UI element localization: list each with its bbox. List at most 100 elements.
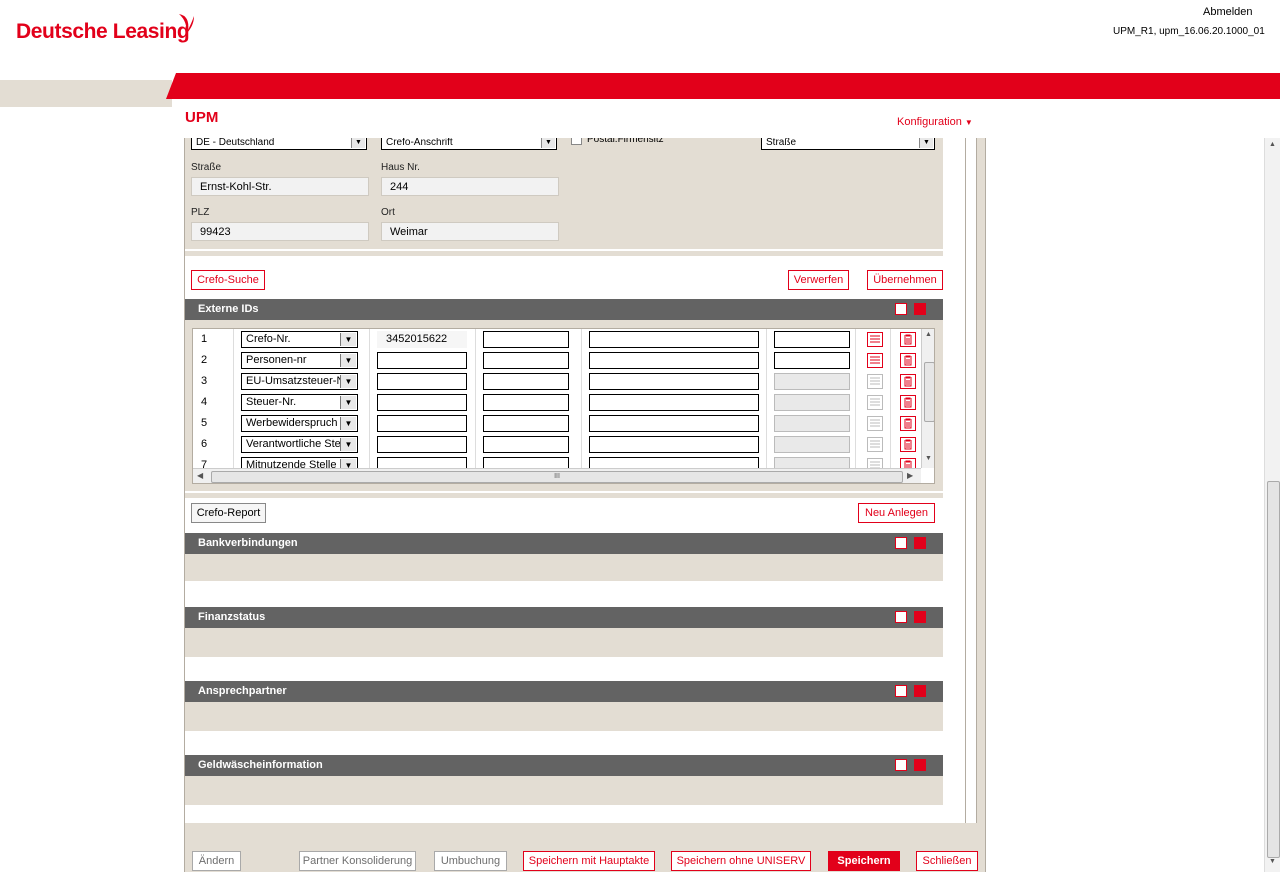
aendern-button[interactable]: Ändern xyxy=(192,851,241,871)
dropdown-arrow-icon: ▼ xyxy=(340,375,356,388)
table-row: 2 Personen-nr ▼ xyxy=(193,350,921,371)
id-extra-field-2[interactable] xyxy=(589,436,759,453)
partner-konsolidierung-button[interactable]: Partner Konsoliderung xyxy=(299,851,416,871)
id-extra-field-3[interactable] xyxy=(774,331,850,348)
id-extra-field-1[interactable] xyxy=(483,436,569,453)
row-number: 2 xyxy=(201,354,208,366)
speichern-mit-hauptakte-button[interactable]: Speichern mit Hauptakte xyxy=(523,851,655,871)
expand-all-icon[interactable] xyxy=(895,537,907,549)
street-type-select[interactable]: Straße ▼ xyxy=(761,136,935,150)
id-extra-field-1[interactable] xyxy=(483,373,569,390)
crefo-suche-button[interactable]: Crefo-Suche xyxy=(191,270,265,290)
id-type-select[interactable]: EU-Umsatzsteuer-N ▼ xyxy=(241,373,358,390)
ort-field[interactable]: Weimar xyxy=(381,222,559,241)
page-scroll-thumb[interactable] xyxy=(1267,481,1280,858)
horizontal-scrollbar[interactable]: ◀ III ▶ xyxy=(193,468,921,483)
delete-icon[interactable] xyxy=(900,437,916,452)
id-type-select[interactable]: Verantwortliche Ste ▼ xyxy=(241,436,358,453)
bankverbindungen-panel xyxy=(185,554,943,583)
id-extra-field-2[interactable] xyxy=(589,373,759,390)
delete-icon[interactable] xyxy=(900,353,916,368)
schliessen-button[interactable]: Schließen xyxy=(916,851,978,871)
vertical-scroll-thumb[interactable] xyxy=(924,362,934,422)
caret-down-icon: ▼ xyxy=(964,118,973,127)
delete-icon[interactable] xyxy=(900,332,916,347)
address-type-select[interactable]: Crefo-Anschrift ▼ xyxy=(381,136,557,150)
bankverbindungen-header[interactable]: Bankverbindungen xyxy=(185,533,943,554)
details-icon[interactable] xyxy=(867,353,883,368)
id-value-field[interactable] xyxy=(377,436,467,453)
scroll-down-icon[interactable]: ▼ xyxy=(1269,858,1276,865)
scroll-left-icon[interactable]: ◀ xyxy=(197,471,203,480)
speichern-button[interactable]: Speichern xyxy=(828,851,900,871)
id-type-value: Steuer-Nr. xyxy=(246,396,297,408)
finanzstatus-panel xyxy=(185,628,943,657)
crefo-report-button[interactable]: Crefo-Report xyxy=(191,503,266,523)
id-extra-field-2[interactable] xyxy=(589,331,759,348)
finanzstatus-header[interactable]: Finanzstatus xyxy=(185,607,943,628)
id-extra-field-3[interactable] xyxy=(774,352,850,369)
id-type-value: Personen-nr xyxy=(246,354,307,366)
umbuchung-button[interactable]: Umbuchung xyxy=(434,851,507,871)
finanzstatus-title: Finanzstatus xyxy=(198,611,266,623)
expand-icon[interactable] xyxy=(914,537,926,549)
ansprechpartner-title: Ansprechpartner xyxy=(198,685,287,697)
ansprechpartner-header[interactable]: Ansprechpartner xyxy=(185,681,943,702)
speichern-ohne-uniserv-button[interactable]: Speichern ohne UNISERV xyxy=(671,851,811,871)
logout-link[interactable]: Abmelden xyxy=(1203,6,1253,18)
externe-ids-header[interactable]: Externe IDs xyxy=(185,299,943,320)
id-value-field[interactable]: 3452015622 xyxy=(377,331,467,348)
country-select-value: DE - Deutschland xyxy=(196,137,275,148)
id-value-field[interactable] xyxy=(377,415,467,432)
configuration-menu[interactable]: Konfiguration ▼ xyxy=(897,116,973,128)
id-extra-field-1[interactable] xyxy=(483,352,569,369)
page-vertical-scrollbar[interactable]: ▲ ▼ xyxy=(1264,138,1280,872)
expand-icon[interactable] xyxy=(914,611,926,623)
id-value-field[interactable] xyxy=(377,394,467,411)
expand-icon[interactable] xyxy=(914,685,926,697)
expand-all-icon[interactable] xyxy=(895,303,907,315)
row-number: 3 xyxy=(201,375,208,387)
table-vertical-scrollbar[interactable]: ▲ ▼ xyxy=(921,329,934,468)
id-extra-field-2[interactable] xyxy=(589,415,759,432)
scroll-up-icon[interactable]: ▲ xyxy=(1269,141,1276,148)
expand-icon[interactable] xyxy=(914,759,926,771)
id-type-select[interactable]: Steuer-Nr. ▼ xyxy=(241,394,358,411)
table-row: 4 Steuer-Nr. ▼ xyxy=(193,392,921,413)
id-extra-field-1[interactable] xyxy=(483,331,569,348)
hausnr-field[interactable]: 244 xyxy=(381,177,559,196)
id-extra-field-2[interactable] xyxy=(589,394,759,411)
scroll-right-icon[interactable]: ▶ xyxy=(907,471,913,480)
id-extra-field-3 xyxy=(774,373,850,390)
id-type-select[interactable]: Werbewiderspruch ▼ xyxy=(241,415,358,432)
delete-icon[interactable] xyxy=(900,416,916,431)
plz-field[interactable]: 99423 xyxy=(191,222,369,241)
id-extra-field-2[interactable] xyxy=(589,352,759,369)
id-type-value: Crefo-Nr. xyxy=(246,333,291,345)
bankverbindungen-title: Bankverbindungen xyxy=(198,537,298,549)
collapse-icon[interactable] xyxy=(914,303,926,315)
expand-all-icon[interactable] xyxy=(895,759,907,771)
company-logo-text: Deutsche Leasing xyxy=(16,20,190,43)
id-extra-field-1[interactable] xyxy=(483,415,569,432)
horizontal-scroll-thumb[interactable]: III xyxy=(211,471,903,483)
id-type-select[interactable]: Crefo-Nr. ▼ xyxy=(241,331,358,348)
id-extra-field-3 xyxy=(774,436,850,453)
id-extra-field-1[interactable] xyxy=(483,394,569,411)
geldwaesche-header[interactable]: Geldwäscheinformation xyxy=(185,755,943,776)
uebernehmen-button[interactable]: Übernehmen xyxy=(867,270,943,290)
details-icon[interactable] xyxy=(867,332,883,347)
expand-all-icon[interactable] xyxy=(895,685,907,697)
scroll-down-icon[interactable]: ▼ xyxy=(925,455,932,462)
verwerfen-button[interactable]: Verwerfen xyxy=(788,270,849,290)
id-value-field[interactable] xyxy=(377,352,467,369)
country-select[interactable]: DE - Deutschland ▼ xyxy=(191,136,367,150)
scroll-up-icon[interactable]: ▲ xyxy=(925,331,932,338)
delete-icon[interactable] xyxy=(900,395,916,410)
expand-all-icon[interactable] xyxy=(895,611,907,623)
strasse-field[interactable]: Ernst-Kohl-Str. xyxy=(191,177,369,196)
id-type-select[interactable]: Personen-nr ▼ xyxy=(241,352,358,369)
delete-icon[interactable] xyxy=(900,374,916,389)
neu-anlegen-button[interactable]: Neu Anlegen xyxy=(858,503,935,523)
id-value-field[interactable] xyxy=(377,373,467,390)
